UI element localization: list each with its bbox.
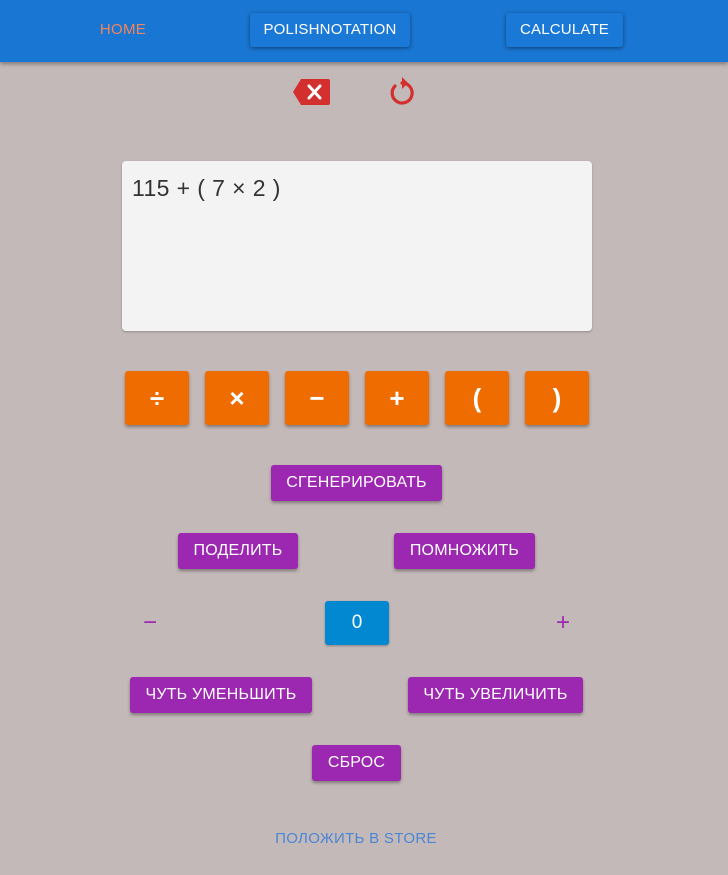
put-in-store-link[interactable]: ПОЛОЖИТЬ В STORE [264,826,448,852]
divide-button[interactable]: ПОДЕЛИТЬ [178,533,298,569]
decrement-button[interactable]: − [135,608,165,638]
nav-calculate-button[interactable]: CALCULATE [506,13,623,47]
plus-operator-button[interactable]: + [365,371,429,425]
app-bar: HOME POLISHNOTATION CALCULATE [0,0,728,62]
increment-button[interactable]: + [548,608,578,638]
close-paren-button[interactable]: ) [525,371,589,425]
increase-slightly-button[interactable]: ЧУТЬ УВЕЛИЧИТЬ [408,677,583,713]
multiply-button[interactable]: ПОМНОЖИТЬ [394,533,535,569]
multiply-operator-button[interactable]: × [205,371,269,425]
nav-home-link[interactable]: HOME [88,13,158,47]
counter-value: 0 [325,601,389,645]
reset-icon[interactable] [386,75,418,109]
decrease-slightly-button[interactable]: ЧУТЬ УМЕНЬШИТЬ [130,677,312,713]
nav-polishnotation-button[interactable]: POLISHNOTATION [250,13,410,47]
expression-display[interactable]: 115 + ( 7 × 2 ) [122,161,592,331]
reset-button[interactable]: СБРОС [312,745,401,781]
generate-button[interactable]: СГЕНЕРИРОВАТЬ [271,465,442,501]
backspace-icon[interactable] [292,77,332,107]
minus-operator-button[interactable]: − [285,371,349,425]
open-paren-button[interactable]: ( [445,371,509,425]
divide-operator-button[interactable]: ÷ [125,371,189,425]
